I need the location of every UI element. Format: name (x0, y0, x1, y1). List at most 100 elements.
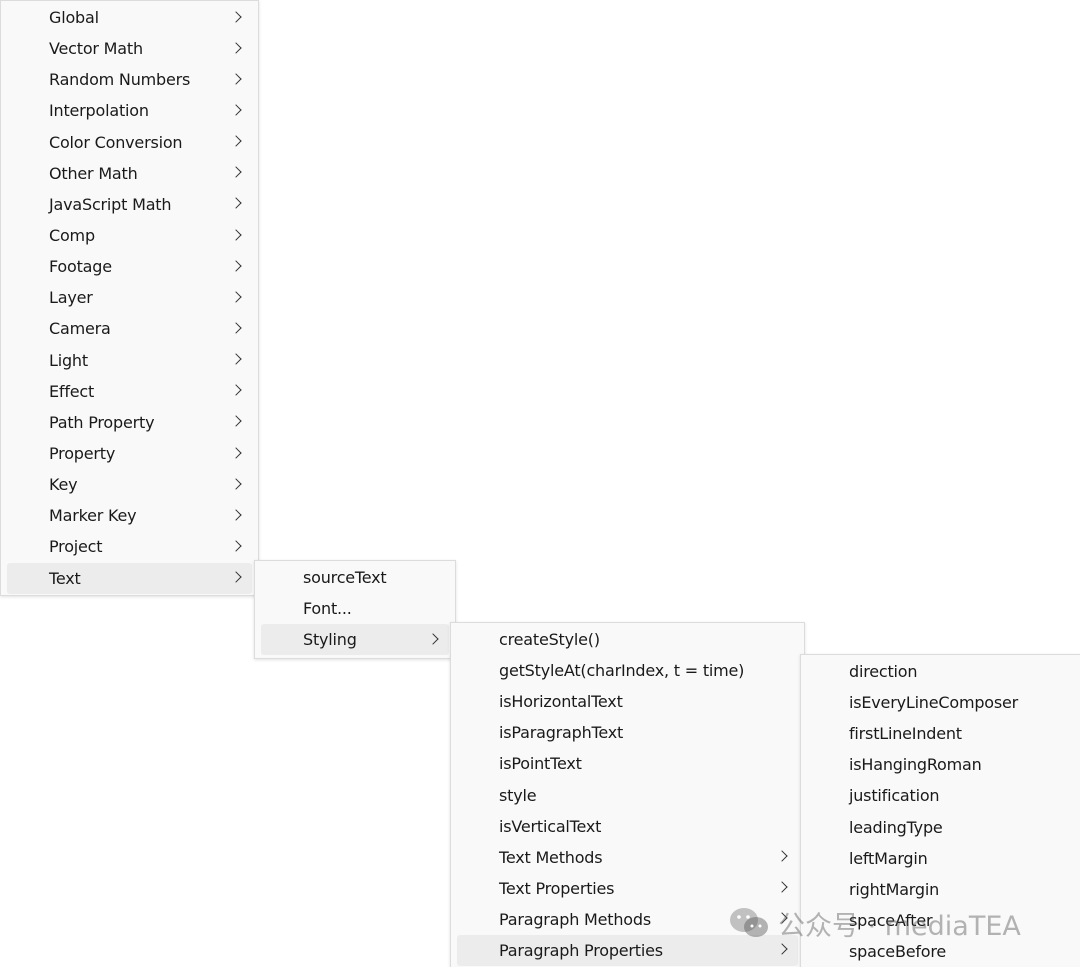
chevron-right-icon (230, 322, 242, 334)
menu-item-spacebefore[interactable]: spaceBefore (807, 936, 1074, 967)
chevron-right-icon (230, 353, 242, 365)
expression-language-menu: Global Vector Math Random Numbers Interpola… (0, 0, 259, 596)
menu-item-label: Marker Key (49, 506, 137, 526)
menu-item-key[interactable]: Key (7, 469, 252, 500)
menu-item-text-properties[interactable]: Text Properties (457, 873, 798, 904)
menu-item-property[interactable]: Property (7, 438, 252, 469)
menu-item-iseverylinecomposer[interactable]: isEveryLineComposer (807, 687, 1074, 718)
menu-item-label: spaceAfter (849, 910, 933, 930)
chevron-right-icon (776, 943, 788, 956)
menu-item-style[interactable]: style (457, 779, 798, 810)
menu-item-label: Other Math (49, 163, 138, 183)
menu-item-label: Text Properties (499, 878, 615, 898)
menu-item-label: Text (49, 568, 81, 588)
menu-item-color-conversion[interactable]: Color Conversion (7, 127, 252, 158)
chevron-right-icon (230, 384, 242, 396)
menu-item-label: Path Property (49, 412, 155, 432)
chevron-right-icon (776, 850, 788, 862)
menu-item-sourcetext[interactable]: sourceText (261, 562, 449, 593)
menu-item-comp[interactable]: Comp (7, 220, 252, 251)
menu-item-label: Interpolation (49, 101, 149, 121)
menu-item-getstyleat-charindex-t-time[interactable]: getStyleAt(charIndex, t = time) (457, 655, 798, 686)
menu-item-label: isPointText (499, 754, 582, 774)
text-submenu: sourceText Font... Styling (254, 560, 456, 659)
menu-item-javascript-math[interactable]: JavaScript Math (7, 189, 252, 220)
menu-item-label: firstLineIndent (849, 724, 962, 744)
menu-item-camera[interactable]: Camera (7, 313, 252, 344)
menu-item-label: isVerticalText (499, 816, 602, 836)
chevron-right-icon (230, 135, 242, 147)
menu-item-label: Light (49, 350, 88, 370)
menu-item-paragraph-methods[interactable]: Paragraph Methods (457, 904, 798, 935)
menu-item-path-property[interactable]: Path Property (7, 407, 252, 438)
menu-item-styling[interactable]: Styling (261, 624, 449, 656)
menu-item-label: sourceText (303, 568, 387, 588)
chevron-right-icon (776, 881, 788, 893)
menu-item-label: Layer (49, 288, 93, 308)
menu-item-label: Paragraph Methods (499, 909, 651, 929)
chevron-right-icon (230, 10, 242, 23)
chevron-right-icon (427, 633, 439, 645)
chevron-right-icon (230, 571, 242, 583)
menu-item-label: Property (49, 444, 116, 464)
menu-item-marker-key[interactable]: Marker Key (7, 500, 252, 531)
menu-item-direction[interactable]: direction (807, 656, 1074, 687)
menu-item-isparagraphtext[interactable]: isParagraphText (457, 717, 798, 748)
chevron-right-icon (230, 540, 242, 552)
menu-item-footage[interactable]: Footage (7, 251, 252, 282)
menu-item-label: rightMargin (849, 879, 940, 899)
chevron-right-icon (230, 478, 242, 490)
chevron-right-icon (230, 415, 242, 428)
menu-item-interpolation[interactable]: Interpolation (7, 95, 252, 126)
menu-item-other-math[interactable]: Other Math (7, 158, 252, 189)
menu-item-label: Camera (49, 319, 111, 339)
menu-item-text[interactable]: Text (7, 562, 252, 594)
menu-item-vector-math[interactable]: Vector Math (7, 33, 252, 64)
chevron-right-icon (230, 509, 242, 521)
menu-item-label: direction (849, 662, 918, 682)
menu-item-label: Text Methods (499, 847, 603, 867)
chevron-right-icon (230, 197, 242, 210)
menu-item-label: leadingType (849, 817, 943, 837)
menu-item-isverticaltext[interactable]: isVerticalText (457, 811, 798, 842)
menu-item-ispointtext[interactable]: isPointText (457, 748, 798, 779)
menu-item-label: Font... (303, 599, 352, 619)
menu-item-firstlineindent[interactable]: firstLineIndent (807, 718, 1074, 749)
menu-item-createstyle[interactable]: createStyle() (457, 624, 798, 655)
chevron-right-icon (230, 104, 242, 116)
menu-item-label: getStyleAt(charIndex, t = time) (499, 661, 745, 681)
menu-item-ishangingroman[interactable]: isHangingRoman (807, 749, 1074, 780)
menu-item-label: isHangingRoman (849, 755, 982, 775)
chevron-right-icon (776, 912, 788, 925)
menu-item-paragraph-properties[interactable]: Paragraph Properties (457, 934, 798, 967)
menu-item-label: Effect (49, 381, 95, 401)
menu-item-label: justification (849, 786, 940, 806)
menu-item-effect[interactable]: Effect (7, 376, 252, 407)
chevron-right-icon (230, 166, 242, 178)
styling-submenu: createStyle() getStyleAt(charIndex, t = t… (450, 622, 805, 967)
menu-item-leftmargin[interactable]: leftMargin (807, 843, 1074, 874)
menu-item-label: style (499, 785, 537, 805)
menu-item-label: isHorizontalText (499, 692, 623, 712)
menu-item-label: isParagraphText (499, 723, 624, 743)
menu-item-ishorizontaltext[interactable]: isHorizontalText (457, 686, 798, 717)
menu-item-label: leftMargin (849, 848, 928, 868)
menu-item-label: Key (49, 475, 78, 495)
menu-item-label: Footage (49, 257, 112, 277)
menu-item-label: spaceBefore (849, 941, 947, 961)
menu-item-rightmargin[interactable]: rightMargin (807, 874, 1074, 905)
menu-item-label: isEveryLineComposer (849, 693, 1019, 713)
menu-item-random-numbers[interactable]: Random Numbers (7, 64, 252, 95)
menu-item-project[interactable]: Project (7, 531, 252, 562)
menu-item-global[interactable]: Global (7, 2, 252, 33)
menu-item-justification[interactable]: justification (807, 780, 1074, 811)
paragraph-properties-submenu: direction isEveryLineComposer firstLineInd… (800, 654, 1080, 967)
menu-item-leadingtype[interactable]: leadingType (807, 811, 1074, 842)
chevron-right-icon (230, 228, 242, 241)
menu-item-layer[interactable]: Layer (7, 282, 252, 313)
menu-item-text-methods[interactable]: Text Methods (457, 842, 798, 873)
menu-item-font[interactable]: Font... (261, 593, 449, 624)
menu-item-spaceafter[interactable]: spaceAfter (807, 905, 1074, 936)
menu-item-light[interactable]: Light (7, 345, 252, 376)
chevron-right-icon (230, 42, 242, 54)
